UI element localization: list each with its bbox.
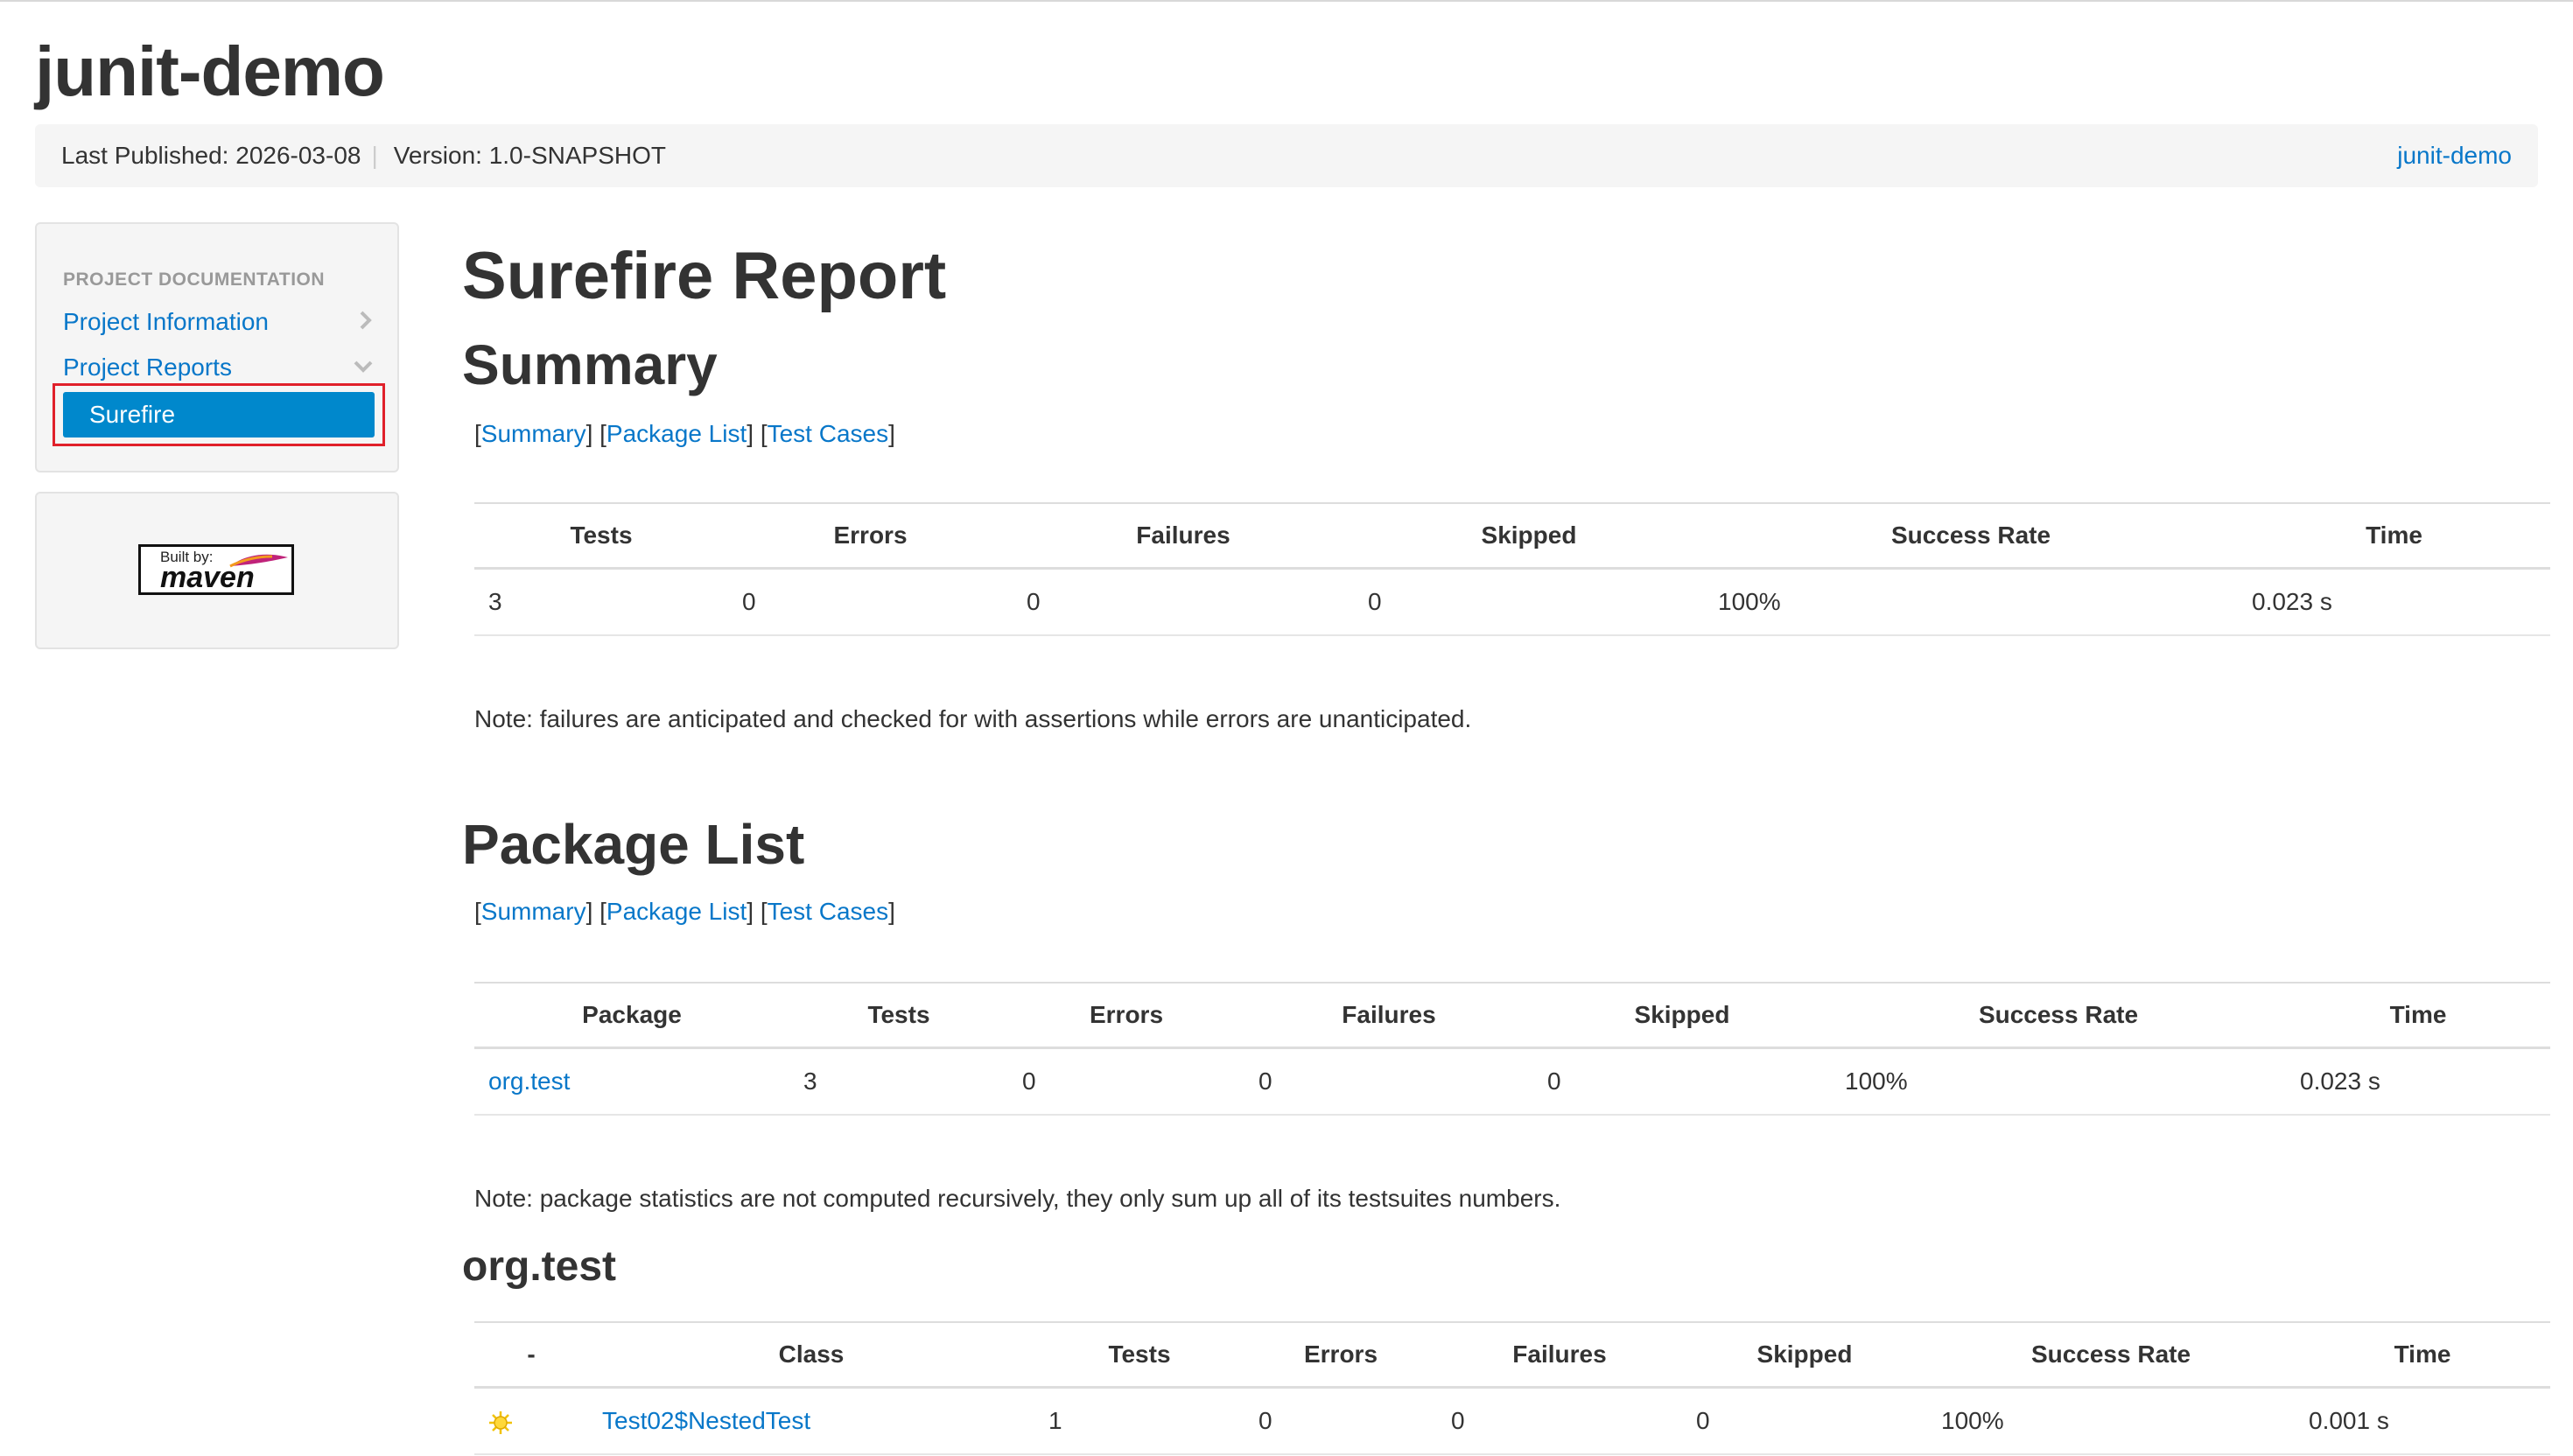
built-by-box: Built by: maven	[35, 492, 399, 649]
skipped-cell: 0	[1682, 1387, 1927, 1455]
page-title: Surefire Report	[462, 239, 947, 313]
package-heading: org.test	[462, 1243, 617, 1290]
table-row: org.test 3 0 0 0 100% 0.023 s	[474, 1047, 2550, 1116]
test-cases-link[interactable]: Test Cases	[768, 898, 889, 925]
errors-cell: 0	[1008, 1047, 1244, 1116]
column-header[interactable]: Tests	[1034, 1321, 1244, 1389]
tests-cell: 3	[789, 1047, 1008, 1116]
table-header-row: Tests Errors Failures Skipped Success Ra…	[474, 502, 2550, 570]
sidebar-nav: PROJECT DOCUMENTATION Project Informatio…	[35, 222, 399, 472]
skipped-cell: 0	[1533, 1047, 1831, 1116]
column-header[interactable]: Errors	[728, 502, 1013, 570]
column-header[interactable]: Skipped	[1354, 502, 1704, 570]
column-header[interactable]: Failures	[1437, 1321, 1682, 1389]
column-header[interactable]: Time	[2238, 502, 2550, 570]
failures-cell: 0	[1013, 568, 1354, 636]
sidebar-header: PROJECT DOCUMENTATION	[63, 270, 326, 290]
column-header[interactable]: Package	[474, 982, 789, 1049]
time-cell: 0.023 s	[2286, 1047, 2550, 1116]
time-cell: 0.001 s	[2295, 1387, 2550, 1455]
summary-link[interactable]: Summary	[481, 898, 586, 925]
chevron-right-icon	[357, 308, 375, 339]
package-link[interactable]: org.test	[488, 1068, 570, 1095]
package-list-heading: Package List	[462, 813, 805, 876]
column-header[interactable]: Success Rate	[1831, 982, 2286, 1049]
site-title: junit-demo	[35, 32, 385, 110]
success-rate-cell: 100%	[1831, 1047, 2286, 1116]
errors-cell: 0	[728, 568, 1013, 636]
package-classes-table: - Class Tests Errors Failures Skipped Su…	[474, 1321, 2550, 1455]
sidebar-item-label: Project Reports	[63, 354, 232, 381]
column-header[interactable]: Success Rate	[1927, 1321, 2295, 1389]
summary-link[interactable]: Summary	[481, 420, 586, 447]
sidebar-item-label: Project Information	[63, 308, 269, 335]
column-header[interactable]: Class	[588, 1321, 1034, 1389]
column-header[interactable]: Skipped	[1682, 1321, 1927, 1389]
version: Version: 1.0-SNAPSHOT	[393, 142, 666, 169]
tests-cell: 1	[1034, 1387, 1244, 1455]
success-rate-cell: 100%	[1704, 568, 2238, 636]
column-header[interactable]: Failures	[1244, 982, 1533, 1049]
failures-cell: 0	[1437, 1387, 1682, 1455]
column-header[interactable]: Time	[2295, 1321, 2550, 1389]
chevron-down-icon	[352, 354, 375, 384]
separator: |	[371, 142, 378, 169]
column-header[interactable]: Tests	[474, 502, 728, 570]
summary-note: Note: failures are anticipated and check…	[474, 705, 1472, 732]
summary-table: Tests Errors Failures Skipped Success Ra…	[474, 502, 2550, 636]
publish-bar: Last Published: 2026-03-08 | Version: 1.…	[35, 124, 2538, 187]
sidebar-item-project-reports[interactable]: Project Reports	[63, 354, 375, 382]
top-border	[0, 0, 2573, 2]
package-list-link[interactable]: Package List	[606, 420, 747, 447]
column-header[interactable]: Tests	[789, 982, 1008, 1049]
summary-heading: Summary	[462, 333, 718, 396]
sidebar-item-project-information[interactable]: Project Information	[63, 308, 375, 336]
column-header[interactable]: Errors	[1244, 1321, 1437, 1389]
package-list-note: Note: package statistics are not compute…	[474, 1185, 1561, 1212]
table-row: Test02$NestedTest 1 0 0 0 100% 0.001 s	[474, 1387, 2550, 1455]
built-by-maven-logo[interactable]: Built by: maven	[138, 544, 294, 595]
table-row: 3 0 0 0 100% 0.023 s	[474, 568, 2550, 636]
column-header[interactable]: Time	[2286, 982, 2550, 1049]
success-rate-cell: 100%	[1927, 1387, 2295, 1455]
column-header[interactable]: Errors	[1008, 982, 1244, 1049]
tests-cell: 3	[474, 568, 728, 636]
success-icon	[488, 1410, 513, 1435]
column-header[interactable]: Failures	[1013, 502, 1354, 570]
package-list-link[interactable]: Package List	[606, 898, 747, 925]
project-home-link[interactable]: junit-demo	[2397, 142, 2512, 170]
table-header-row: Package Tests Errors Failures Skipped Su…	[474, 982, 2550, 1049]
column-header[interactable]: Success Rate	[1704, 502, 2238, 570]
failures-cell: 0	[1244, 1047, 1533, 1116]
class-link[interactable]: Test02$NestedTest	[602, 1407, 810, 1434]
feather-icon	[229, 554, 288, 568]
time-cell: 0.023 s	[2238, 568, 2550, 636]
table-header-row: - Class Tests Errors Failures Skipped Su…	[474, 1321, 2550, 1389]
test-cases-link[interactable]: Test Cases	[768, 420, 889, 447]
last-published: Last Published: 2026-03-08	[61, 142, 361, 169]
sidebar-item-surefire[interactable]: Surefire	[63, 392, 375, 438]
skipped-cell: 0	[1354, 568, 1704, 636]
column-header[interactable]: Skipped	[1533, 982, 1831, 1049]
section-links: [Summary] [Package List] [Test Cases]	[474, 898, 895, 925]
column-header[interactable]: -	[474, 1321, 588, 1389]
section-links: [Summary] [Package List] [Test Cases]	[474, 420, 895, 447]
package-list-table: Package Tests Errors Failures Skipped Su…	[474, 982, 2550, 1116]
errors-cell: 0	[1244, 1387, 1437, 1455]
